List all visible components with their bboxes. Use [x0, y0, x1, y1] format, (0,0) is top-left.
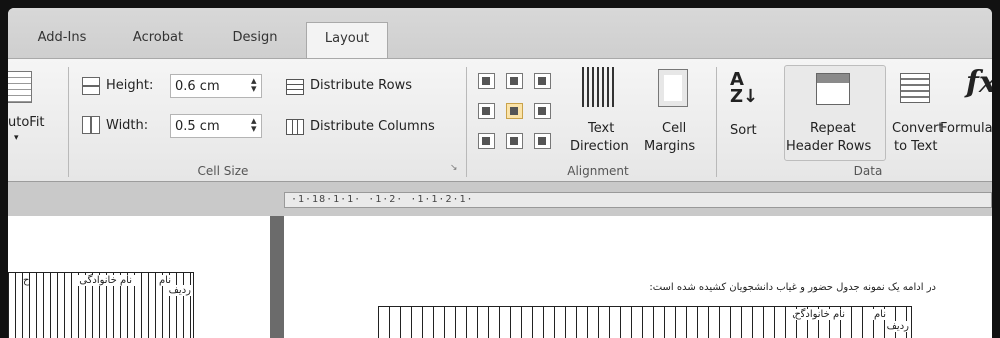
separator	[68, 67, 69, 177]
align-top-center-icon[interactable]	[506, 73, 523, 89]
tab-add-ins[interactable]: Add-Ins	[26, 22, 98, 58]
distribute-rows-icon	[286, 79, 304, 95]
align-center-icon[interactable]	[506, 103, 523, 119]
column-width-icon	[82, 116, 100, 134]
convert-to-text-icon[interactable]	[900, 73, 930, 103]
distribute-columns-icon	[286, 119, 304, 135]
repeat-header-rows-icon[interactable]	[816, 73, 850, 105]
row-height-icon	[82, 77, 100, 95]
repeat-header-rows-label-2[interactable]: Header Rows	[786, 139, 871, 154]
separator	[716, 67, 717, 177]
height-input[interactable]: 0.6 cm	[170, 74, 262, 98]
alignment-group-label: Alignment	[567, 164, 629, 178]
text-direction-icon[interactable]	[582, 67, 614, 107]
separator	[466, 67, 467, 177]
convert-to-text-label-2[interactable]: to Text	[894, 139, 937, 154]
align-center-left-icon[interactable]	[478, 103, 495, 119]
cell-size-dialog-launcher-icon[interactable]: ↘	[450, 163, 458, 173]
autofit-icon[interactable]	[8, 71, 32, 103]
distribute-rows-button[interactable]: Distribute Rows	[310, 78, 412, 93]
header-ha: ح	[23, 275, 30, 286]
ruler-marks: ·1·18·1·1· ·1·2· ·1·1·2·1·	[291, 194, 474, 205]
previous-page: نام خانوادگی نام ردیف ح	[8, 216, 270, 338]
header-row: ردیف	[886, 321, 909, 332]
cell-margins-label-2[interactable]: Margins	[644, 139, 695, 154]
data-group-label: Data	[853, 164, 883, 178]
height-label: Height:	[106, 78, 154, 93]
header-ha: ح	[794, 309, 801, 320]
autofit-button[interactable]: utoFit	[8, 115, 45, 130]
page-gutter	[270, 216, 284, 338]
current-page: در ادامه یک نمونه جدول حضور و غیاب دانشج…	[284, 216, 992, 338]
cell-margins-label-1[interactable]: Cell	[662, 121, 686, 136]
width-spinner[interactable]: ▴ ▾	[251, 115, 257, 134]
sort-icon[interactable]: A Z↓	[730, 71, 758, 106]
header-family: نام خانوادگی	[76, 275, 135, 286]
document-area: نام خانوادگی نام ردیف ح در ادامه یک نمون…	[8, 216, 992, 338]
tab-layout[interactable]: Layout	[306, 22, 388, 59]
attendance-table[interactable]: نام خانوادگی نام ردیف ح	[378, 306, 912, 338]
header-name: نام	[870, 309, 889, 320]
document-caption: در ادامه یک نمونه جدول حضور و غیاب دانشج…	[649, 282, 936, 293]
tab-design[interactable]: Design	[222, 22, 288, 58]
word-window: Add-Ins Acrobat Design Layout utoFit ▾ H…	[8, 8, 992, 338]
text-direction-label-2[interactable]: Direction	[570, 139, 629, 154]
attendance-table-left[interactable]: نام خانوادگی نام ردیف ح	[8, 272, 194, 338]
ribbon-layout: utoFit ▾ Height: 0.6 cm ▴ ▾ Width: 0.5 cm…	[8, 58, 992, 182]
autofit-dropdown-icon[interactable]: ▾	[14, 133, 19, 143]
cell-margins-icon[interactable]	[658, 69, 688, 107]
horizontal-ruler[interactable]: ·1·18·1·1· ·1·2· ·1·1·2·1·	[284, 192, 992, 208]
align-bottom-right-icon[interactable]	[534, 133, 551, 149]
align-top-left-icon[interactable]	[478, 73, 495, 89]
ribbon-tabs: Add-Ins Acrobat Design Layout	[8, 8, 992, 59]
tab-acrobat[interactable]: Acrobat	[120, 22, 196, 58]
formula-button[interactable]: Formula	[940, 121, 992, 136]
align-top-right-icon[interactable]	[534, 73, 551, 89]
align-center-right-icon[interactable]	[534, 103, 551, 119]
repeat-header-rows-label-1[interactable]: Repeat	[810, 121, 856, 136]
convert-to-text-label-1[interactable]: Convert	[892, 121, 943, 136]
header-row: ردیف	[168, 285, 191, 296]
align-bottom-center-icon[interactable]	[506, 133, 523, 149]
cell-size-group-label: Cell Size	[197, 164, 249, 178]
width-input[interactable]: 0.5 cm	[170, 114, 262, 138]
width-label: Width:	[106, 118, 149, 133]
distribute-columns-button[interactable]: Distribute Columns	[310, 119, 435, 134]
sort-button[interactable]: Sort	[730, 123, 757, 138]
align-bottom-left-icon[interactable]	[478, 133, 495, 149]
height-spinner[interactable]: ▴ ▾	[251, 75, 257, 94]
ruler-band: ·1·18·1·1· ·1·2· ·1·1·2·1·	[8, 182, 992, 216]
formula-icon[interactable]: fx	[966, 65, 992, 100]
text-direction-label-1[interactable]: Text	[588, 121, 614, 136]
